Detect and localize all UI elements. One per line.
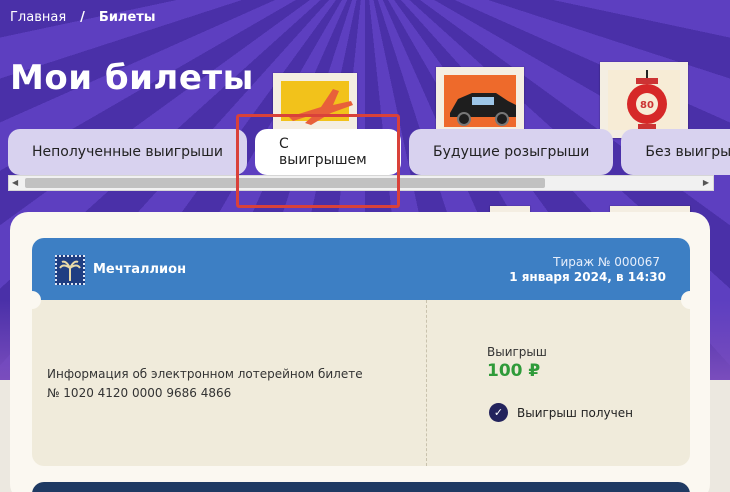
win-status: ✓ Выигрыш получен [489, 403, 633, 422]
lottery-brand: Мечталлион [93, 262, 187, 277]
draw-date: 1 января 2024, в 14:30 [509, 270, 666, 284]
breadcrumb-home-link[interactable]: Главная [10, 10, 66, 25]
ticket-info-title: Информация об электронном лотерейном бил… [47, 367, 363, 381]
highlight-frame [236, 114, 400, 208]
breadcrumb: Главная / Билеты [10, 10, 156, 25]
draw-number: Тираж № 000067 [553, 255, 660, 269]
next-ticket-header [32, 482, 690, 492]
ticket-notch-left [23, 291, 41, 309]
breadcrumb-current: Билеты [98, 10, 156, 25]
ticket-number: № 1020 4120 0000 9686 4866 [47, 386, 232, 400]
tab-unclaimed-wins[interactable]: Неполученные выигрыши [8, 129, 248, 175]
scroll-left-arrow-icon[interactable]: ◀ [12, 177, 18, 189]
win-label: Выигрыш [487, 345, 547, 359]
lantern-stamp-icon: 80 [599, 61, 689, 139]
breadcrumb-separator: / [80, 10, 85, 25]
win-amount: 100 ₽ [487, 361, 541, 381]
lantern-number: 80 [640, 100, 654, 111]
tab-upcoming-draws[interactable]: Будущие розыгрыши [409, 129, 614, 175]
page-title: Мои билеты [10, 58, 254, 98]
ticket-divider [426, 300, 427, 466]
car-stamp-icon [435, 66, 525, 136]
scroll-right-arrow-icon[interactable]: ▶ [703, 177, 709, 189]
tab-no-win[interactable]: Без выигрыша [621, 129, 730, 175]
win-status-label: Выигрыш получен [517, 405, 633, 420]
palm-logo-icon [55, 255, 85, 285]
ticket-notch-right [681, 291, 699, 309]
ticket-body [32, 300, 690, 466]
checkmark-icon: ✓ [489, 403, 508, 422]
